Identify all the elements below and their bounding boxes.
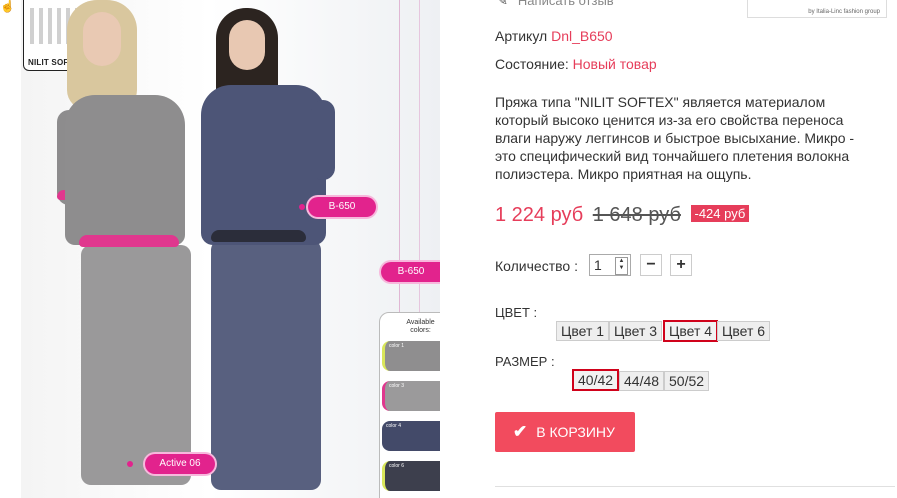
swatch-label: color 3 [389, 383, 405, 389]
model-tag: B-650 [381, 262, 440, 282]
swatch-label: color 4 [386, 423, 402, 429]
color-swatch-panel: Available colors: color 1 color 3 color … [379, 312, 440, 498]
price-block: 1 224 руб 1 648 руб -424 руб [495, 204, 750, 227]
product-description: Пряжа типа "NILIT SOFTEX" является матер… [495, 94, 855, 182]
model-tag: B-650 [308, 197, 376, 217]
product-photo[interactable]: NILIT SOFTEX® B-650 B-650 Active 06 Avai… [21, 0, 440, 498]
divider [495, 486, 895, 487]
quantity-input[interactable]: 1 ▲ ▼ [589, 254, 631, 276]
plus-icon: + [676, 256, 686, 273]
current-price: 1 224 руб [495, 204, 584, 226]
quantity-label: Количество : [495, 258, 578, 274]
check-icon: ✔ [513, 422, 528, 441]
hand-cursor-icon: ☝ [0, 0, 15, 13]
available-colors-label: Available colors: [406, 319, 435, 334]
quantity-increase-button[interactable]: + [670, 254, 692, 276]
swatch: color 1 [382, 341, 440, 371]
model-right-face [229, 20, 265, 70]
model-right-arm [311, 100, 335, 180]
model-left-face [83, 12, 121, 66]
model-left-sweatshirt [65, 95, 185, 245]
color-option[interactable]: Цвет 6 [717, 321, 771, 341]
size-option-selected[interactable]: 40/42 [572, 369, 620, 391]
color-option[interactable]: Цвет 3 [609, 321, 663, 341]
pencil-icon: ✎ [497, 0, 508, 8]
sku-value: Dnl_B650 [551, 28, 613, 44]
model-right-pants [211, 240, 321, 490]
size-option[interactable]: 44/48 [619, 371, 665, 391]
discount-badge: -424 руб [690, 205, 750, 222]
quantity-value: 1 [594, 257, 602, 273]
swatch: color 4 [382, 421, 440, 451]
add-to-cart-button[interactable]: ✔ В КОРЗИНУ [495, 412, 635, 452]
tag-pointer [299, 204, 305, 210]
model-tag: Active 06 [145, 454, 215, 474]
brand-logo-text: by Italia-Linc fashion group [808, 9, 880, 15]
size-option[interactable]: 50/52 [664, 371, 710, 391]
condition-value: Новый товар [572, 56, 657, 72]
model-right-waistband [211, 230, 306, 242]
model-left-waistband [79, 235, 179, 247]
condition-label: Состояние: [495, 56, 569, 72]
swatch-label: color 6 [389, 463, 405, 469]
add-to-cart-label: В КОРЗИНУ [536, 424, 615, 440]
tag-pointer [127, 461, 133, 467]
swatch: color 3 [382, 381, 440, 411]
old-price: 1 648 руб [592, 204, 681, 226]
model-left-pants [81, 245, 191, 485]
minus-icon: − [646, 256, 656, 273]
sku-row: Артикул Dnl_B650 [495, 28, 613, 44]
condition-row: Состояние: Новый товар [495, 56, 657, 72]
color-option[interactable]: Цвет 1 [556, 321, 610, 341]
swatch-label: color 1 [389, 343, 405, 349]
color-label: ЦВЕТ : [495, 305, 538, 320]
write-review-label: Написать отзыв [517, 0, 614, 8]
sku-label: Артикул [495, 28, 548, 44]
spinner-icon[interactable]: ▲ ▼ [615, 257, 628, 275]
brand-logo[interactable]: by Italia-Linc fashion group [747, 0, 887, 18]
model-right-sweatshirt [201, 85, 326, 245]
write-review-link[interactable]: ✎ Написать отзыв [497, 0, 614, 9]
color-option-selected[interactable]: Цвет 4 [663, 320, 719, 342]
size-label: РАЗМЕР : [495, 354, 555, 369]
quantity-decrease-button[interactable]: − [640, 254, 662, 276]
swatch: color 6 [382, 461, 440, 491]
